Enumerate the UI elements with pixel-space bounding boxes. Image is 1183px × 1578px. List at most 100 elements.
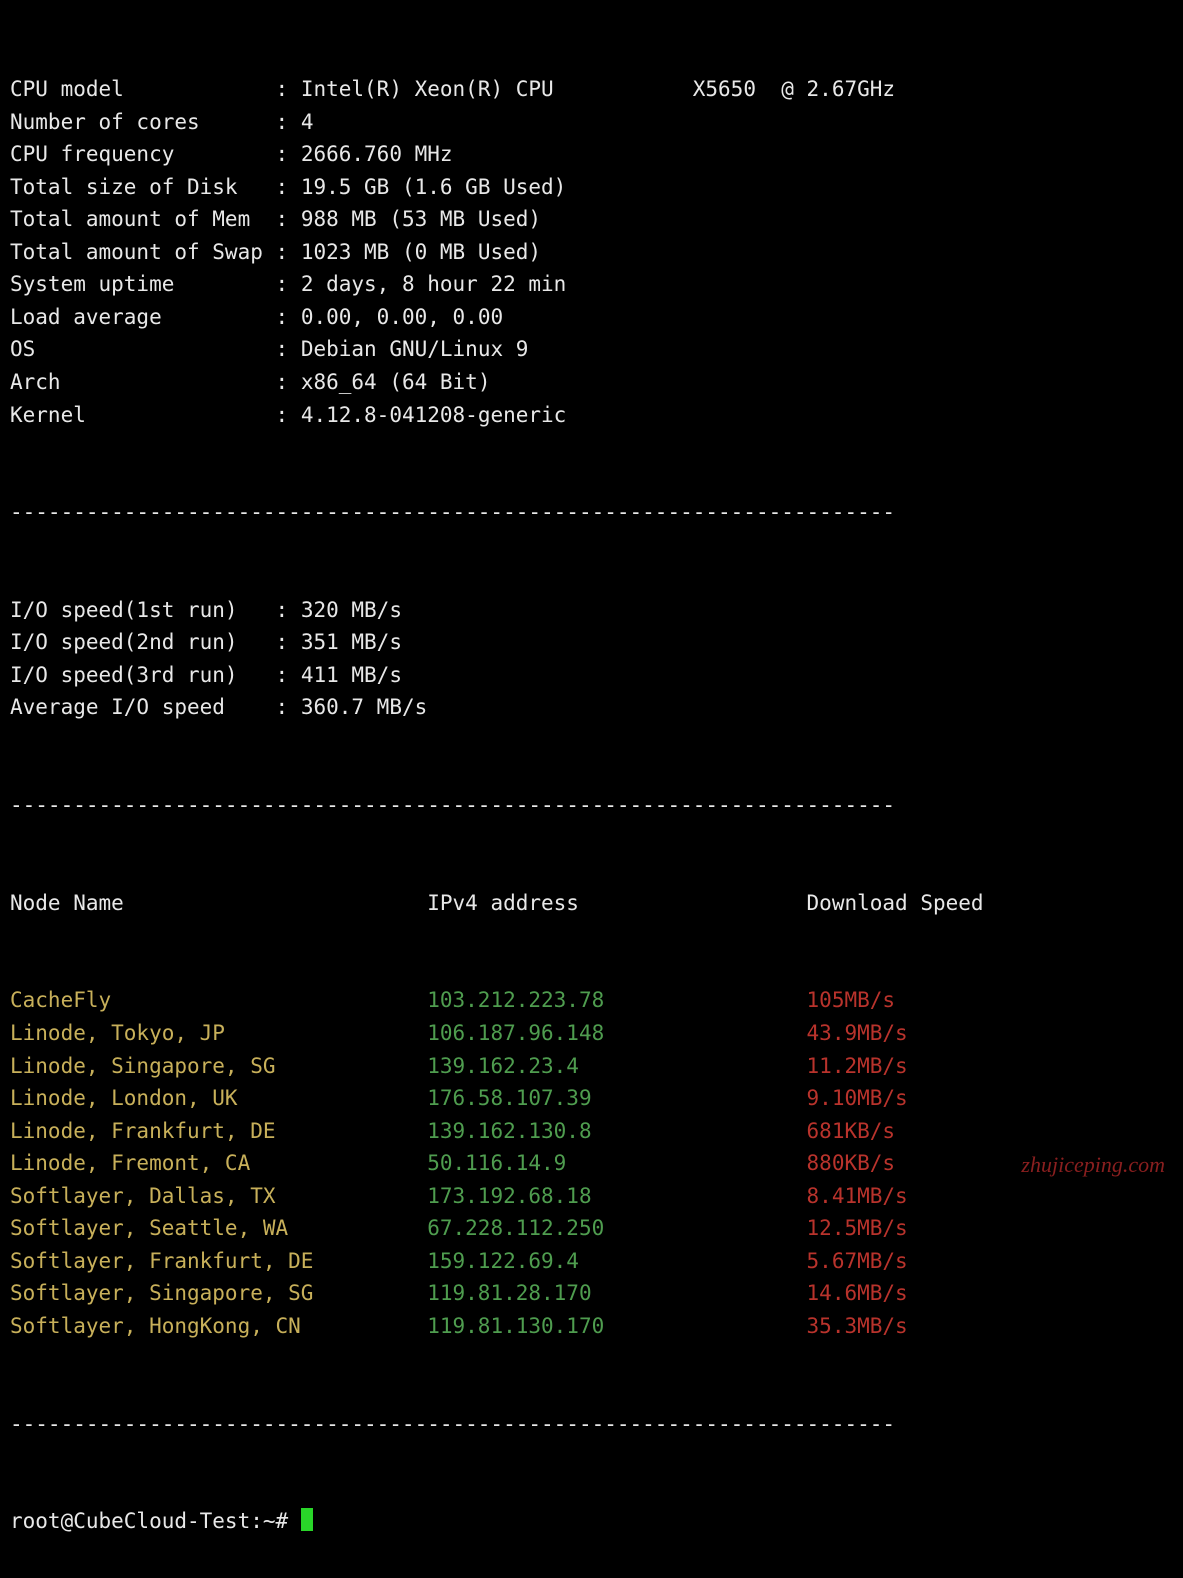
net-speed: 5.67MB/s [807, 1249, 908, 1273]
net-ip: 50.116.14.9 [427, 1151, 806, 1175]
separator: : [263, 630, 301, 654]
sysinfo-row: Total size of Disk : 19.5 GB (1.6 GB Use… [10, 171, 1173, 204]
net-node-name: Softlayer, HongKong, CN [10, 1314, 427, 1338]
sysinfo-label: CPU frequency [10, 142, 263, 166]
net-node-name: Linode, Fremont, CA [10, 1151, 427, 1175]
net-speed: 9.10MB/s [807, 1086, 908, 1110]
net-ip: 119.81.130.170 [427, 1314, 806, 1338]
net-node-name: Linode, Singapore, SG [10, 1054, 427, 1078]
sysinfo-row: Load average : 0.00, 0.00, 0.00 [10, 301, 1173, 334]
separator: : [263, 77, 301, 101]
io-row: I/O speed(3rd run) : 411 MB/s [10, 659, 1173, 692]
net-ip: 159.122.69.4 [427, 1249, 806, 1273]
net-node-name: Softlayer, Dallas, TX [10, 1184, 427, 1208]
net-node-name: Softlayer, Seattle, WA [10, 1216, 427, 1240]
net-node-name: Linode, London, UK [10, 1086, 427, 1110]
sysinfo-value: Debian GNU/Linux 9 [301, 337, 529, 361]
sysinfo-label: Kernel [10, 403, 263, 427]
prompt-row[interactable]: root@CubeCloud-Test:~# [10, 1505, 1173, 1538]
net-row: Softlayer, Singapore, SG 119.81.28.170 1… [10, 1277, 1173, 1310]
net-row: Linode, Fremont, CA 50.116.14.9 880KB/s [10, 1147, 1173, 1180]
sysinfo-block: CPU model : Intel(R) Xeon(R) CPU X5650 @… [10, 73, 1173, 431]
net-row: Linode, Tokyo, JP 106.187.96.148 43.9MB/… [10, 1017, 1173, 1050]
sysinfo-label: Arch [10, 370, 263, 394]
net-header-ip: IPv4 address [427, 891, 806, 915]
io-value: 360.7 MB/s [301, 695, 427, 719]
io-label: I/O speed(2nd run) [10, 630, 263, 654]
cursor-icon [301, 1508, 314, 1531]
separator: : [263, 272, 301, 296]
net-ip: 173.192.68.18 [427, 1184, 806, 1208]
net-ip: 106.187.96.148 [427, 1021, 806, 1045]
separator: : [263, 142, 301, 166]
io-value: 351 MB/s [301, 630, 402, 654]
io-label: Average I/O speed [10, 695, 263, 719]
sysinfo-label: Load average [10, 305, 263, 329]
net-ip: 119.81.28.170 [427, 1281, 806, 1305]
net-speed: 43.9MB/s [807, 1021, 908, 1045]
net-header-speed: Download Speed [807, 891, 984, 915]
separator: : [263, 305, 301, 329]
io-value: 411 MB/s [301, 663, 402, 687]
sysinfo-row: CPU frequency : 2666.760 MHz [10, 138, 1173, 171]
sysinfo-value: 4 [301, 110, 314, 134]
sysinfo-label: System uptime [10, 272, 263, 296]
sysinfo-value: 988 MB (53 MB Used) [301, 207, 541, 231]
io-label: I/O speed(3rd run) [10, 663, 263, 687]
separator: : [263, 370, 301, 394]
net-node-name: Softlayer, Frankfurt, DE [10, 1249, 427, 1273]
net-speed: 8.41MB/s [807, 1184, 908, 1208]
net-speed: 35.3MB/s [807, 1314, 908, 1338]
net-speed: 105MB/s [807, 988, 896, 1012]
sysinfo-label: Total amount of Mem [10, 207, 263, 231]
sysinfo-row: CPU model : Intel(R) Xeon(R) CPU X5650 @… [10, 73, 1173, 106]
net-speed: 14.6MB/s [807, 1281, 908, 1305]
divider: ----------------------------------------… [10, 496, 1173, 529]
net-row: Softlayer, Dallas, TX 173.192.68.18 8.41… [10, 1180, 1173, 1213]
divider: ----------------------------------------… [10, 789, 1173, 822]
net-ip: 103.212.223.78 [427, 988, 806, 1012]
sysinfo-value: 0.00, 0.00, 0.00 [301, 305, 503, 329]
sysinfo-value: 4.12.8-041208-generic [301, 403, 567, 427]
net-header-name: Node Name [10, 891, 427, 915]
sysinfo-value: Intel(R) Xeon(R) CPU X5650 @ 2.67GHz [301, 77, 895, 101]
separator: : [263, 403, 301, 427]
net-row: CacheFly 103.212.223.78 105MB/s [10, 984, 1173, 1017]
separator: : [263, 337, 301, 361]
separator: : [263, 110, 301, 134]
sysinfo-row: OS : Debian GNU/Linux 9 [10, 333, 1173, 366]
separator: : [263, 175, 301, 199]
sysinfo-value: x86_64 (64 Bit) [301, 370, 491, 394]
watermark: zhujiceping.com [1021, 1148, 1165, 1182]
net-header-row: Node Name IPv4 address Download Speed [10, 887, 1173, 920]
sysinfo-row: Total amount of Mem : 988 MB (53 MB Used… [10, 203, 1173, 236]
net-speed: 12.5MB/s [807, 1216, 908, 1240]
separator: : [263, 207, 301, 231]
sysinfo-value: 1023 MB (0 MB Used) [301, 240, 541, 264]
net-row: Softlayer, Seattle, WA 67.228.112.250 12… [10, 1212, 1173, 1245]
separator: : [263, 240, 301, 264]
separator: : [263, 663, 301, 687]
net-row: Linode, London, UK 176.58.107.39 9.10MB/… [10, 1082, 1173, 1115]
separator: : [263, 598, 301, 622]
sysinfo-label: OS [10, 337, 263, 361]
sysinfo-value: 19.5 GB (1.6 GB Used) [301, 175, 567, 199]
net-node-name: CacheFly [10, 988, 427, 1012]
net-row: Linode, Frankfurt, DE 139.162.130.8 681K… [10, 1115, 1173, 1148]
sysinfo-row: Arch : x86_64 (64 Bit) [10, 366, 1173, 399]
terminal[interactable]: CPU model : Intel(R) Xeon(R) CPU X5650 @… [0, 0, 1183, 1578]
net-speed: 880KB/s [807, 1151, 896, 1175]
net-row: Softlayer, Frankfurt, DE 159.122.69.4 5.… [10, 1245, 1173, 1278]
net-node-name: Linode, Tokyo, JP [10, 1021, 427, 1045]
net-node-name: Linode, Frankfurt, DE [10, 1119, 427, 1143]
sysinfo-row: Kernel : 4.12.8-041208-generic [10, 399, 1173, 432]
io-value: 320 MB/s [301, 598, 402, 622]
sysinfo-label: Total amount of Swap [10, 240, 263, 264]
net-row: Softlayer, HongKong, CN 119.81.130.170 3… [10, 1310, 1173, 1343]
io-row: I/O speed(1st run) : 320 MB/s [10, 594, 1173, 627]
net-block: CacheFly 103.212.223.78 105MB/sLinode, T… [10, 984, 1173, 1342]
net-ip: 176.58.107.39 [427, 1086, 806, 1110]
sysinfo-label: CPU model [10, 77, 263, 101]
net-row: Linode, Singapore, SG 139.162.23.4 11.2M… [10, 1050, 1173, 1083]
separator: : [263, 695, 301, 719]
